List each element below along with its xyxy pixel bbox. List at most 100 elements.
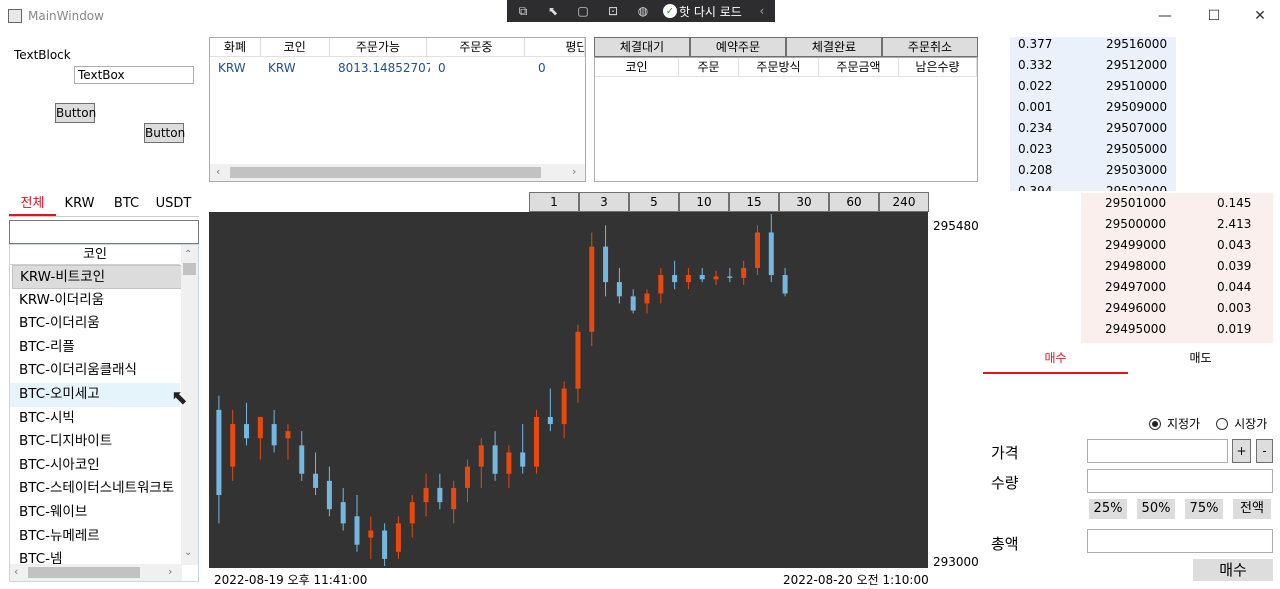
list-item[interactable]: BTC-오미세고	[10, 382, 180, 407]
bid-row[interactable]: 29495000 0.019	[1081, 319, 1273, 340]
ask-row[interactable]: 0.023 29505000	[1010, 139, 1176, 160]
maximize-button[interactable]: ☐	[1191, 0, 1237, 32]
ask-row[interactable]: 0.022 29510000	[1010, 76, 1176, 97]
hot-reload-label[interactable]: 핫 다시 로드	[679, 3, 742, 20]
tab-all[interactable]: 전체	[9, 194, 56, 216]
price-input[interactable]	[1087, 439, 1228, 463]
hscroll-thumb[interactable]	[230, 167, 541, 178]
hscroll-thumb[interactable]	[28, 567, 140, 578]
scroll-down-icon[interactable]: ⌄	[184, 547, 192, 558]
list-item[interactable]: KRW-비트코인	[12, 265, 182, 289]
list-item[interactable]: BTC-디지바이트	[10, 430, 180, 454]
interval-button-30[interactable]: 30	[779, 192, 829, 212]
ask-qty: 0.377	[1018, 37, 1053, 51]
list-item[interactable]: BTC-리플	[10, 336, 180, 360]
price-minus-button[interactable]: -	[1256, 439, 1273, 463]
scroll-right-icon[interactable]: ›	[168, 565, 172, 578]
interval-button-5[interactable]: 5	[629, 192, 679, 212]
col-avg-price[interactable]: 평단가	[525, 38, 585, 56]
coin-list-hscrollbar[interactable]: ‹ ›	[10, 564, 182, 581]
tab-completed-orders[interactable]: 체결완료	[786, 37, 882, 57]
col-pending[interactable]: 주문중	[427, 38, 526, 56]
col-order[interactable]: 주문	[679, 58, 739, 76]
scroll-left-icon[interactable]: ‹	[14, 565, 18, 578]
bid-row[interactable]: 29497000 0.044	[1081, 277, 1273, 298]
ask-row[interactable]: 0.208 29503000	[1010, 160, 1176, 181]
col-order-type[interactable]: 주문방식	[739, 58, 819, 76]
list-item[interactable]: BTC-이더리움클래식	[10, 359, 180, 383]
bid-row[interactable]: 29500000 2.413	[1081, 214, 1273, 235]
interval-button-15[interactable]: 15	[729, 192, 779, 212]
coin-search-input[interactable]	[9, 220, 199, 244]
scroll-left-icon[interactable]: ‹	[216, 165, 220, 178]
tab-cancelled-orders[interactable]: 주문취소	[882, 37, 978, 57]
text-box[interactable]: TextBox	[74, 66, 194, 84]
balance-hscrollbar[interactable]: ‹ ›	[210, 164, 585, 181]
scroll-right-icon[interactable]: ›	[572, 165, 576, 178]
tab-usdt[interactable]: USDT	[150, 194, 197, 216]
ask-price: 29503000	[1106, 163, 1168, 177]
tab-pending-orders[interactable]: 체결대기	[594, 37, 690, 57]
col-coin[interactable]: 코인	[595, 58, 679, 76]
interval-button-60[interactable]: 60	[829, 192, 879, 212]
list-item[interactable]: KRW-이더리움	[10, 289, 180, 313]
minimize-button[interactable]: —	[1142, 0, 1188, 32]
collapse-chevron-icon[interactable]: ‹	[752, 3, 772, 19]
total-input[interactable]	[1087, 529, 1273, 553]
ask-row[interactable]: 0.234 29507000	[1010, 118, 1176, 139]
bid-row[interactable]: 29499000 0.043	[1081, 235, 1273, 256]
col-coin[interactable]: 코인	[261, 38, 330, 56]
list-item[interactable]: BTC-웨이브	[10, 501, 180, 525]
buy-submit-button[interactable]: 매수	[1193, 559, 1273, 581]
table-row[interactable]: KRW KRW 8013.14852707 0 0	[210, 57, 585, 79]
display-layout-icon[interactable]: ▢	[573, 3, 593, 19]
radio-limit-label[interactable]: 지정가	[1167, 415, 1200, 432]
qty-input[interactable]	[1087, 469, 1273, 493]
live-tree-icon[interactable]: ⧉	[513, 3, 533, 19]
vscroll-thumb[interactable]	[183, 263, 196, 275]
col-remaining-qty[interactable]: 남은수량	[899, 58, 977, 76]
pct-all-button[interactable]: 전액	[1233, 499, 1271, 519]
pct-25-button[interactable]: 25%	[1089, 499, 1127, 519]
pct-75-button[interactable]: 75%	[1185, 499, 1223, 519]
tab-btc[interactable]: BTC	[103, 194, 150, 216]
candle-body	[326, 480, 332, 510]
ask-row[interactable]: 0.377 29516000	[1010, 37, 1176, 55]
interval-button-10[interactable]: 10	[679, 192, 729, 212]
interval-button-1[interactable]: 1	[529, 192, 579, 212]
bid-row[interactable]: 29498000 0.039	[1081, 256, 1273, 277]
interval-button-240[interactable]: 240	[879, 192, 929, 212]
button-2[interactable]: Button	[144, 123, 185, 143]
list-item[interactable]: BTC-뉴메레르	[10, 525, 180, 549]
list-item[interactable]: BTC-시아코인	[10, 454, 180, 478]
list-item[interactable]: BTC-스테이터스네트워크토	[10, 477, 180, 501]
close-button[interactable]: ✕	[1237, 0, 1280, 32]
tab-reserved-orders[interactable]: 예약주문	[690, 37, 786, 57]
accessibility-icon[interactable]: ◍	[633, 3, 653, 19]
pct-50-button[interactable]: 50%	[1137, 499, 1175, 519]
col-order-amount[interactable]: 주문금액	[819, 58, 899, 76]
bid-row[interactable]: 29496000 0.003	[1081, 298, 1273, 319]
list-item[interactable]: BTC-시빅	[10, 407, 180, 431]
ask-row[interactable]: 0.394 29502000	[1010, 181, 1176, 191]
bid-row[interactable]: 29501000 0.145	[1081, 193, 1273, 214]
tab-sell[interactable]: 매도	[1128, 348, 1273, 374]
price-plus-button[interactable]: +	[1232, 439, 1251, 463]
interval-button-3[interactable]: 3	[579, 192, 629, 212]
scroll-up-icon[interactable]: ⌃	[184, 249, 192, 260]
button-1[interactable]: Button	[55, 103, 96, 123]
track-focus-icon[interactable]: ⊡	[603, 3, 623, 19]
ask-row[interactable]: 0.332 29512000	[1010, 55, 1176, 76]
tab-krw[interactable]: KRW	[56, 194, 103, 216]
select-element-icon[interactable]: ⬉	[543, 3, 563, 19]
col-available[interactable]: 주문가능	[330, 38, 428, 56]
radio-market-label[interactable]: 시장가	[1234, 415, 1267, 432]
ask-row[interactable]: 0.001 29509000	[1010, 97, 1176, 118]
tab-buy[interactable]: 매수	[983, 348, 1128, 374]
radio-limit[interactable]	[1149, 417, 1161, 430]
list-item[interactable]: BTC-이더리움	[10, 312, 180, 336]
radio-market[interactable]	[1216, 417, 1229, 430]
col-currency[interactable]: 화폐	[210, 38, 261, 56]
coin-list-header[interactable]: 코인	[10, 245, 180, 265]
candlestick-chart[interactable]	[209, 212, 928, 568]
